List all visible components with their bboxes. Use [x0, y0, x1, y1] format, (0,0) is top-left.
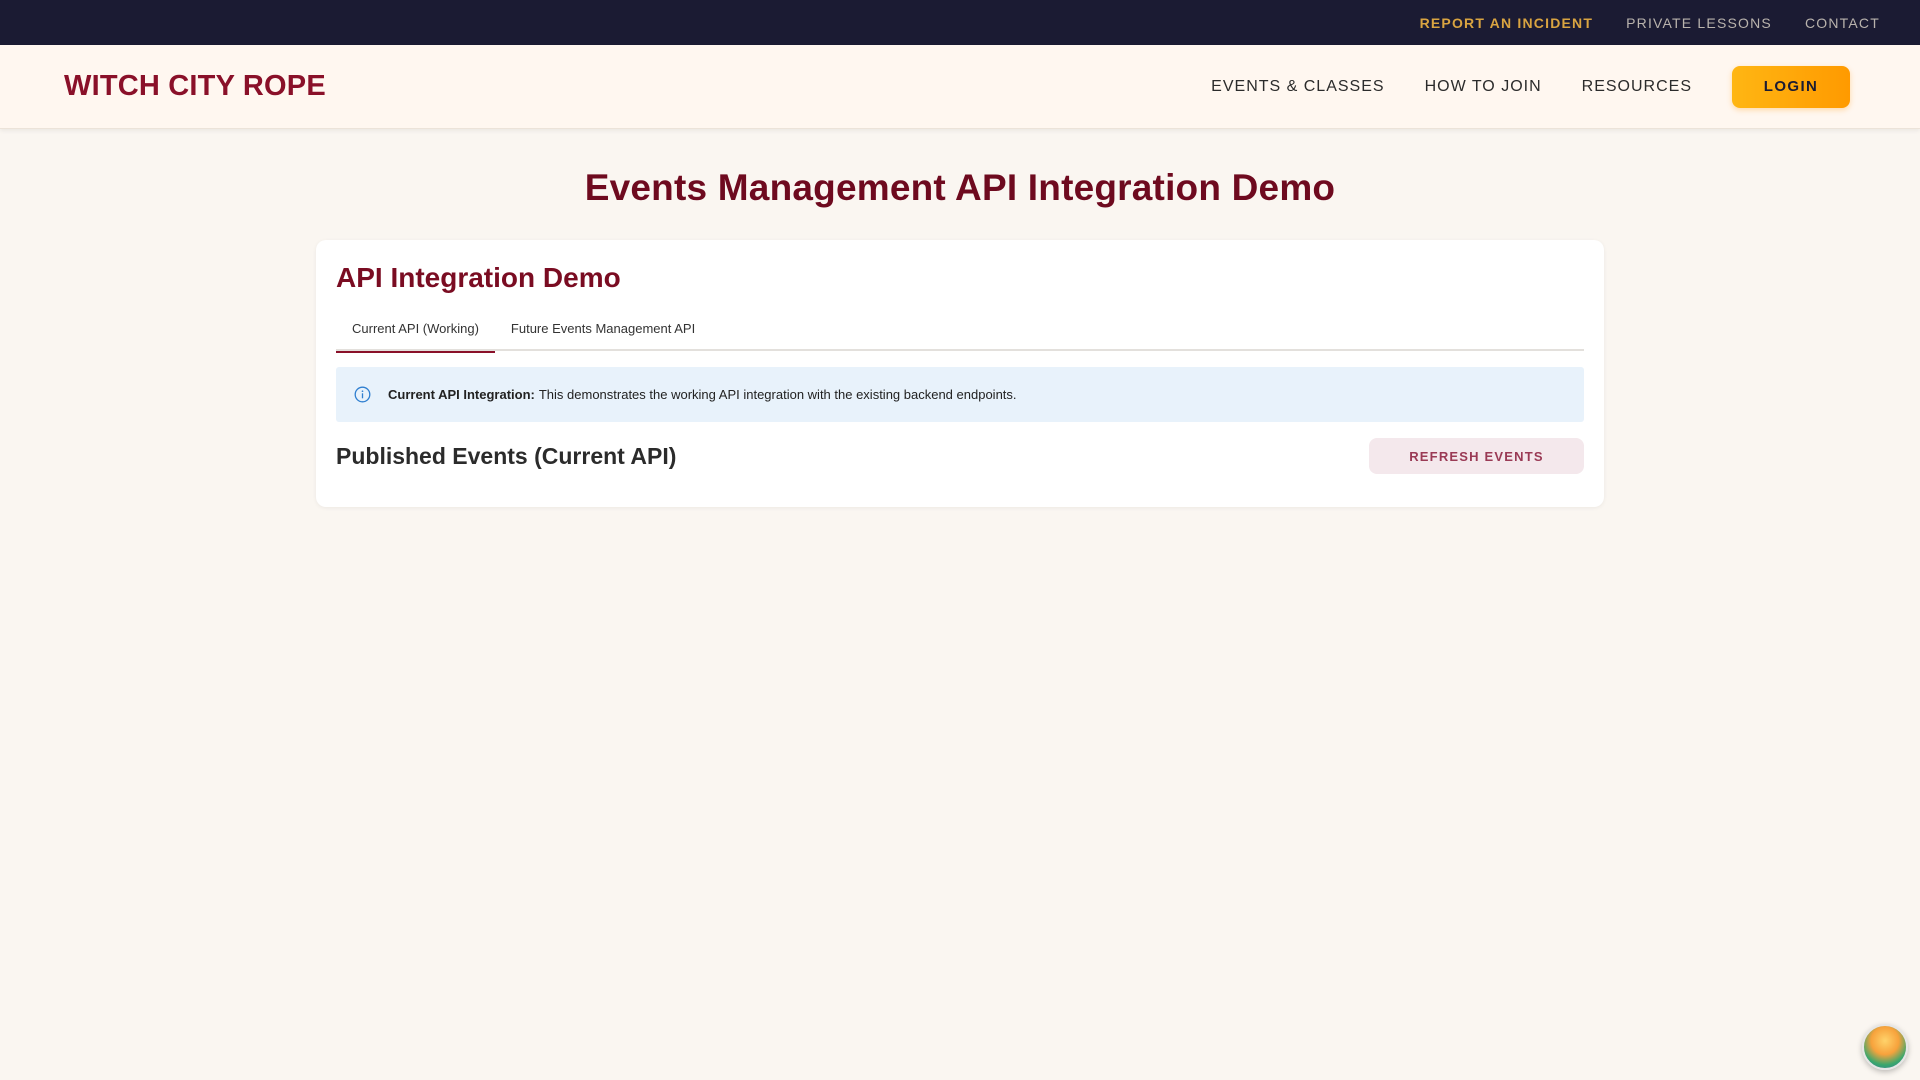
nav-how-to-join[interactable]: HOW TO JOIN — [1425, 78, 1542, 96]
login-button[interactable]: LOGIN — [1732, 65, 1850, 108]
refresh-events-button[interactable]: REFRESH EVENTS — [1369, 438, 1584, 474]
tab-list: Current API (Working) Future Events Mana… — [336, 314, 1584, 353]
alert-text: This demonstrates the working API integr… — [538, 387, 1017, 402]
nav-resources[interactable]: RESOURCES — [1582, 78, 1692, 96]
tab-future-api[interactable]: Future Events Management API — [495, 314, 711, 351]
floating-avatar[interactable] — [1862, 1024, 1908, 1070]
api-demo-card: API Integration Demo Current API (Workin… — [316, 240, 1604, 507]
section-title: Published Events (Current API) — [336, 442, 677, 469]
utility-bar: REPORT AN INCIDENT PRIVATE LESSONS CONTA… — [0, 0, 1920, 45]
info-alert: Current API Integration: This demonstrat… — [336, 367, 1584, 422]
nav-events-classes[interactable]: EVENTS & CLASSES — [1211, 78, 1384, 96]
tab-current-api[interactable]: Current API (Working) — [336, 314, 495, 353]
alert-heading: Current API Integration: — [388, 387, 535, 402]
report-incident-link[interactable]: REPORT AN INCIDENT — [1420, 15, 1594, 31]
private-lessons-link[interactable]: PRIVATE LESSONS — [1626, 15, 1772, 31]
refresh-events-label: REFRESH EVENTS — [1409, 449, 1544, 464]
page-title: Events Management API Integration Demo — [584, 167, 1336, 208]
card-title: API Integration Demo — [336, 262, 621, 293]
main-nav: EVENTS & CLASSES HOW TO JOIN RESOURCES L… — [1211, 65, 1850, 108]
site-header: WITCH CITY ROPE EVENTS & CLASSES HOW TO … — [0, 45, 1920, 129]
published-events-header: Published Events (Current API) REFRESH E… — [336, 438, 1584, 474]
site-logo[interactable]: WITCH CITY ROPE — [64, 70, 1211, 103]
info-icon — [354, 386, 371, 403]
contact-link[interactable]: CONTACT — [1805, 15, 1880, 31]
